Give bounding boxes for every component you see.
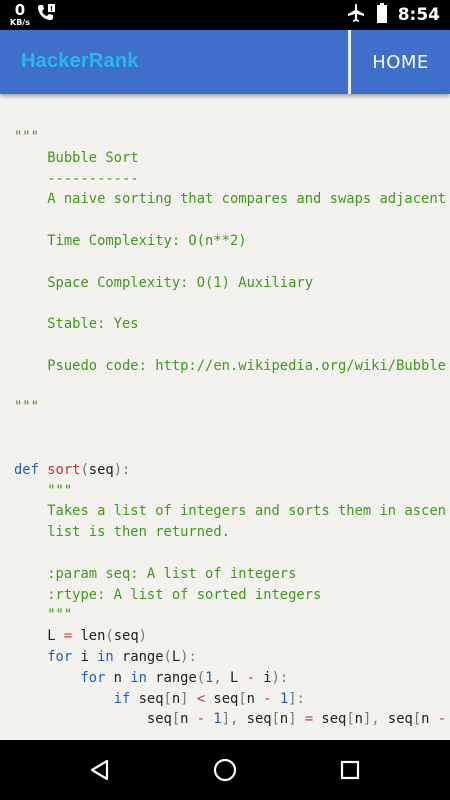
code-line: Takes a list of integers and sorts them …: [14, 503, 446, 520]
code-line: seq[n - 1], seq[n] = seq[n], seq[n -: [14, 711, 447, 728]
code-line: """: [14, 129, 39, 145]
recents-square-icon: [340, 760, 360, 780]
network-speed-value: 0: [14, 0, 26, 19]
code-viewer[interactable]: """ Bubble Sort ----------- A naive sort…: [0, 94, 450, 740]
airplane-mode-icon: [346, 3, 366, 28]
code-line: Bubble Sort: [14, 149, 139, 166]
code-line: """: [14, 399, 39, 416]
network-speed-indicator: 0 KB/s: [10, 0, 30, 27]
code-line: :rtype: A list of sorted integers: [14, 586, 322, 603]
home-button[interactable]: HOME: [351, 30, 450, 94]
back-triangle-icon: [90, 759, 109, 781]
brand-logo[interactable]: HackerRank: [21, 50, 139, 73]
app-bar: HackerRank HOME: [0, 30, 450, 94]
svg-text:!: !: [50, 5, 53, 13]
code-line: if seq[n] < seq[n - 1]:: [113, 690, 305, 707]
recents-button[interactable]: [334, 754, 366, 786]
code-line: L = len(seq): [14, 628, 147, 645]
code-line: Time Complexity: O(n**2): [14, 233, 247, 249]
code-line: A naive sorting that compares and swaps …: [14, 191, 446, 208]
code-line: """: [14, 607, 73, 624]
network-speed-unit: KB/s: [10, 17, 30, 27]
code-line: Psuedo code: http://en.wikipedia.org/wik…: [14, 357, 446, 374]
code-line: :param seq: A list of integers: [14, 565, 297, 582]
code-line: -----------: [14, 170, 139, 187]
back-button[interactable]: [84, 754, 116, 786]
home-nav-button[interactable]: [209, 754, 241, 786]
battery-icon: [376, 2, 388, 28]
code-line: for i in range(L):: [47, 649, 197, 665]
code-line: """: [14, 482, 73, 499]
status-bar: 0 KB/s ! 8:54: [0, 0, 450, 30]
code-line: for n in range(1, L - i):: [80, 669, 289, 686]
code-line: Stable: Yes: [14, 316, 139, 333]
navigation-bar: [0, 740, 450, 800]
code-line: def sort(seq):: [14, 461, 131, 478]
status-clock: 8:54: [397, 5, 440, 25]
code-line: list is then returned.: [14, 524, 230, 541]
wifi-calling-icon: !: [36, 2, 56, 27]
code-line: Space Complexity: O(1) Auxiliary: [14, 274, 314, 291]
home-circle-icon: [213, 758, 237, 782]
